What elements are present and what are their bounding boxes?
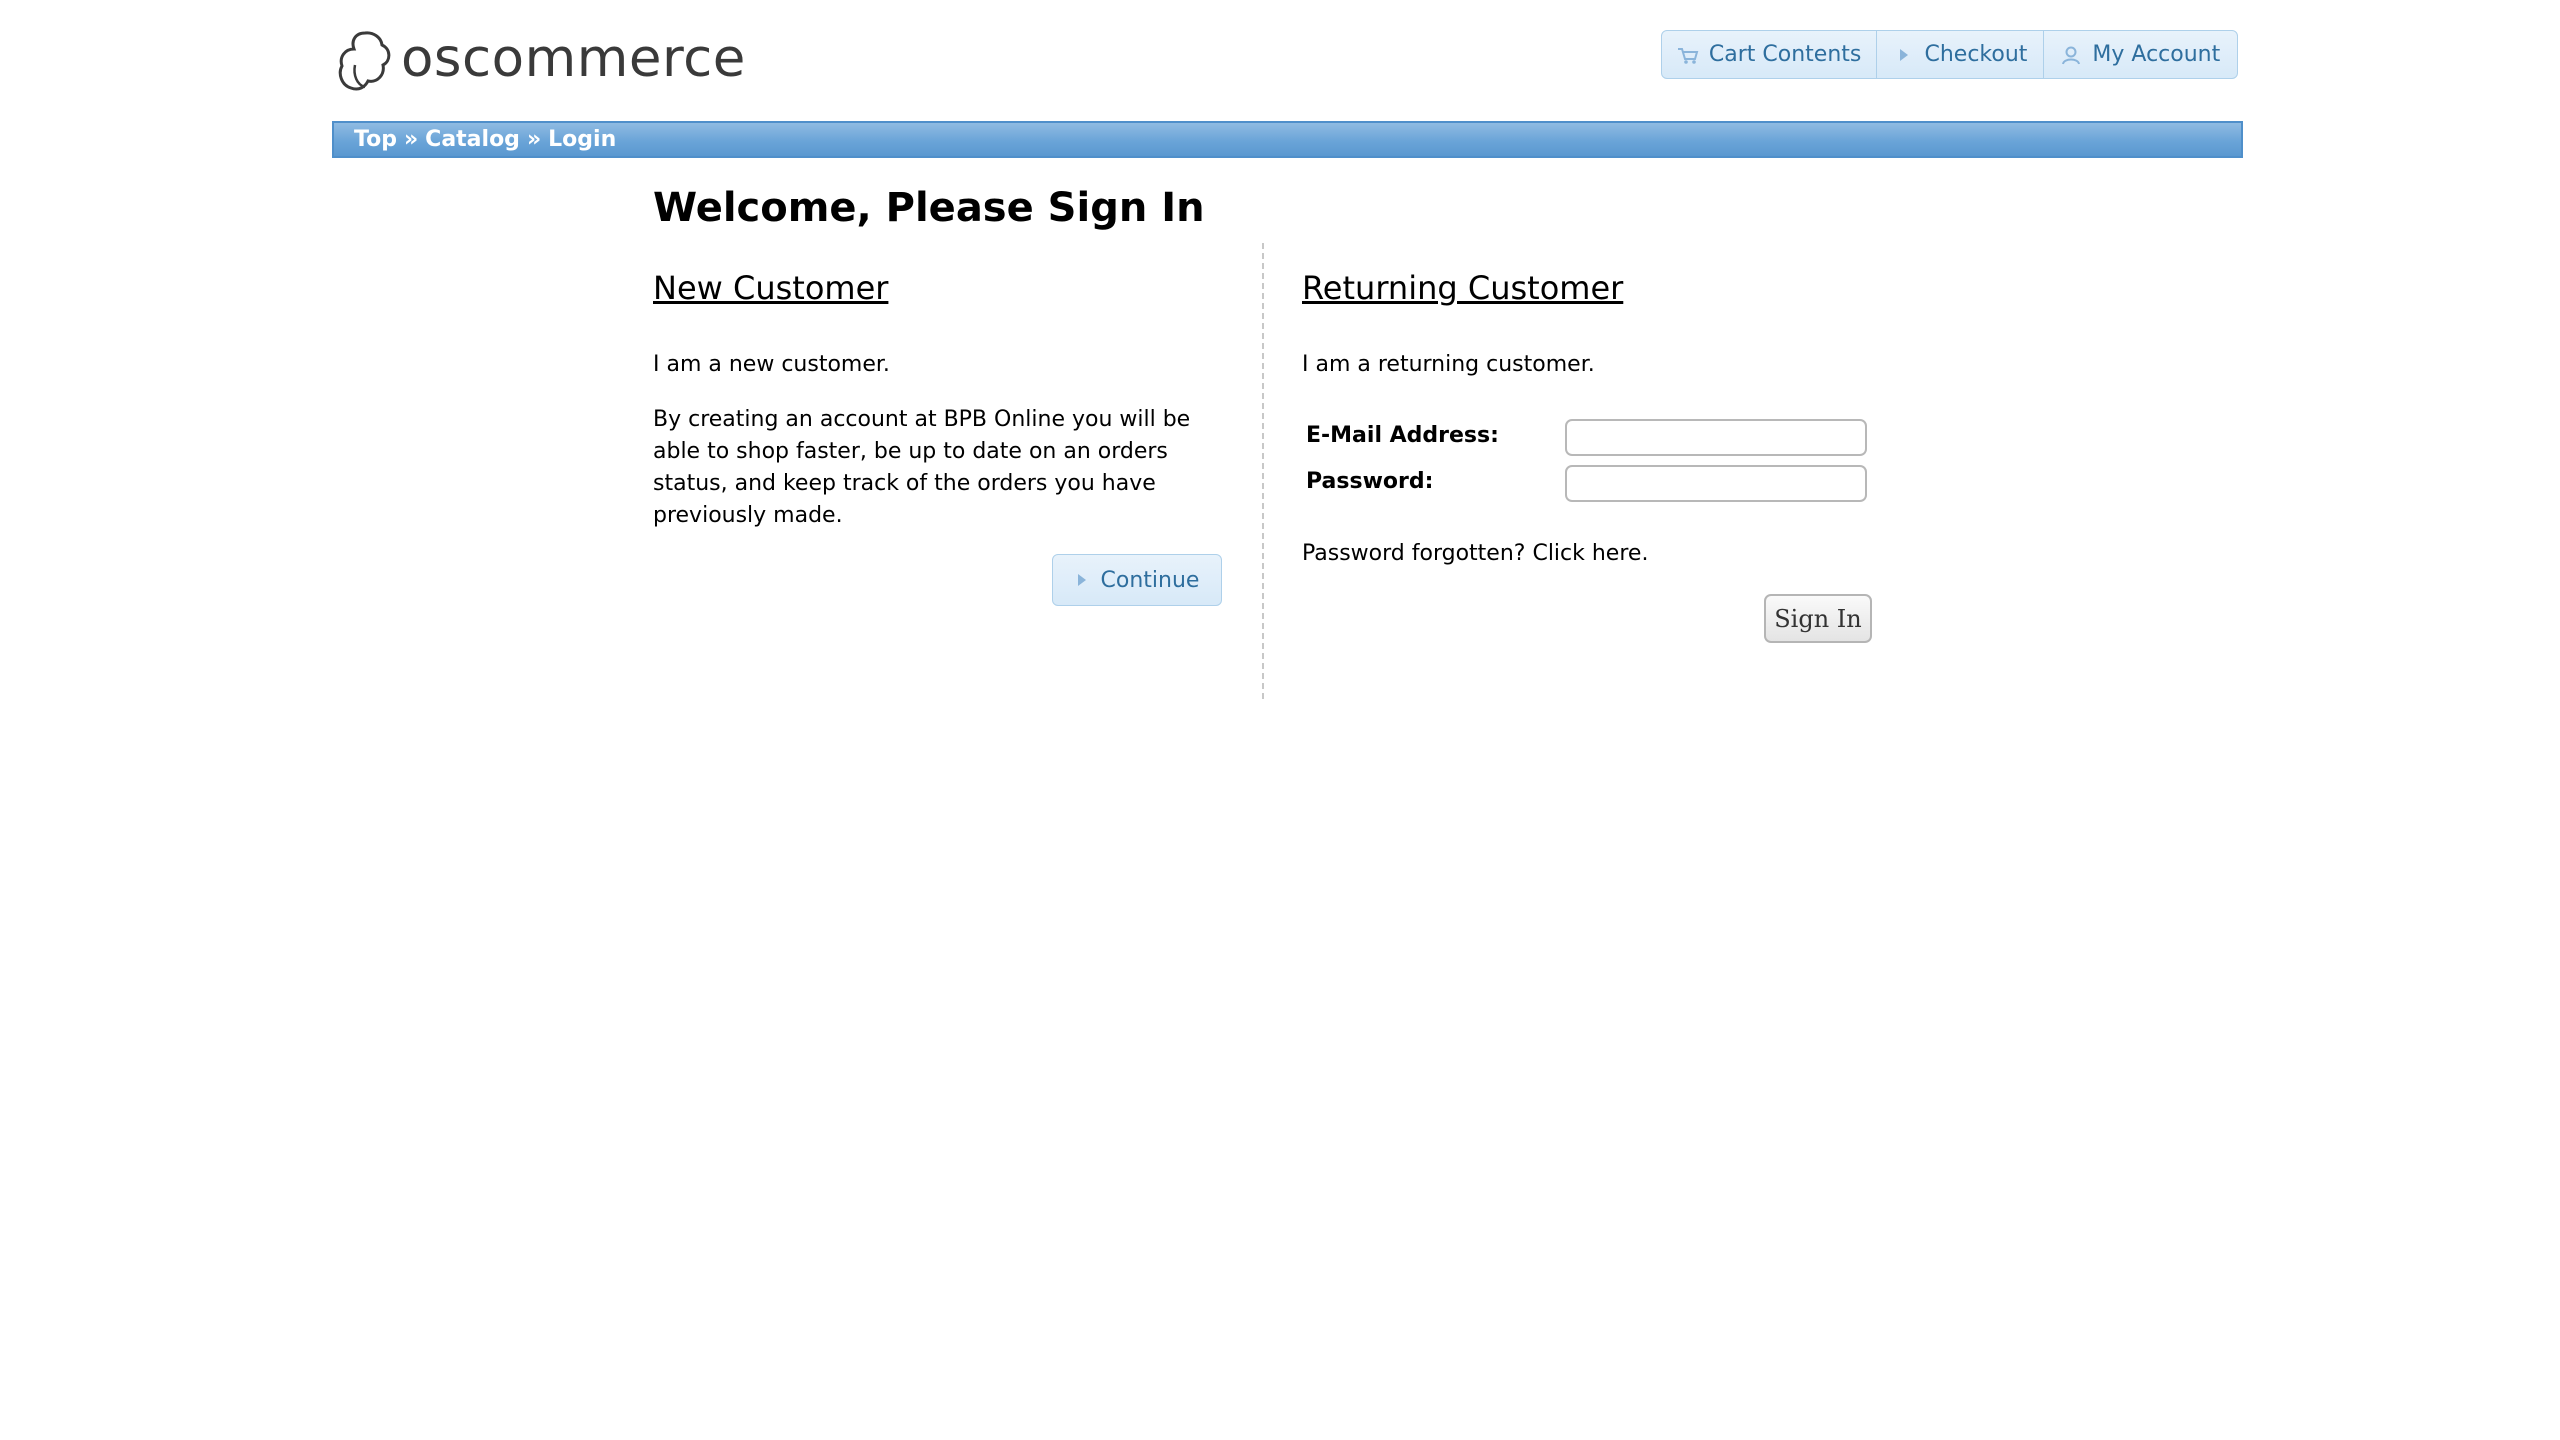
new-customer-description: By creating an account at BPB Online you… [653,407,1191,528]
logo-mark-icon [338,31,391,91]
email-field[interactable] [1565,419,1867,456]
continue-button[interactable]: Continue [1052,554,1222,606]
password-label: Password: [1306,469,1434,494]
returning-customer-intro: I am a returning customer. [1302,352,1595,377]
password-forgotten-label: Password forgotten? [1302,541,1526,566]
breadcrumb-top[interactable]: Top [354,127,397,152]
breadcrumb-separator: » [526,127,542,152]
header-nav: Cart Contents Checkout My Account [1661,30,2238,79]
cart-contents-button[interactable]: Cart Contents [1662,31,1876,78]
password-forgotten-text: Password forgotten? Click here. [1302,538,1648,570]
person-icon [2062,46,2081,64]
my-account-button[interactable]: My Account [2042,31,2237,78]
breadcrumb: Top » Catalog » Login [332,121,2243,158]
sign-in-label: Sign In [1774,604,1862,633]
continue-label: Continue [1100,567,1200,593]
triangle-right-icon [1077,574,1086,586]
returning-customer-heading: Returning Customer [1302,269,1624,307]
my-account-label: My Account [2092,42,2221,67]
column-divider [1262,243,1264,699]
cart-icon [1677,47,1699,64]
email-label: E-Mail Address: [1306,423,1499,448]
store-logo[interactable]: oscommerce [335,27,746,95]
password-forgotten-link[interactable]: Click here. [1532,541,1648,566]
new-customer-heading: New Customer [653,269,889,307]
cart-contents-label: Cart Contents [1708,42,1862,67]
checkout-button[interactable]: Checkout [1876,31,2042,78]
triangle-right-icon [1899,48,1908,61]
sign-in-button[interactable]: Sign In [1764,594,1872,643]
logo-text: oscommerce [401,27,746,89]
password-field[interactable] [1565,465,1867,502]
checkout-label: Checkout [1924,42,2028,67]
breadcrumb-catalog[interactable]: Catalog [425,127,520,152]
page: oscommerce Cart Contents Checkout My Acc… [0,0,2560,1440]
page-title: Welcome, Please Sign In [653,185,1205,231]
breadcrumb-separator: » [403,127,419,152]
breadcrumb-login[interactable]: Login [548,127,616,152]
new-customer-intro: I am a new customer. [653,352,890,377]
